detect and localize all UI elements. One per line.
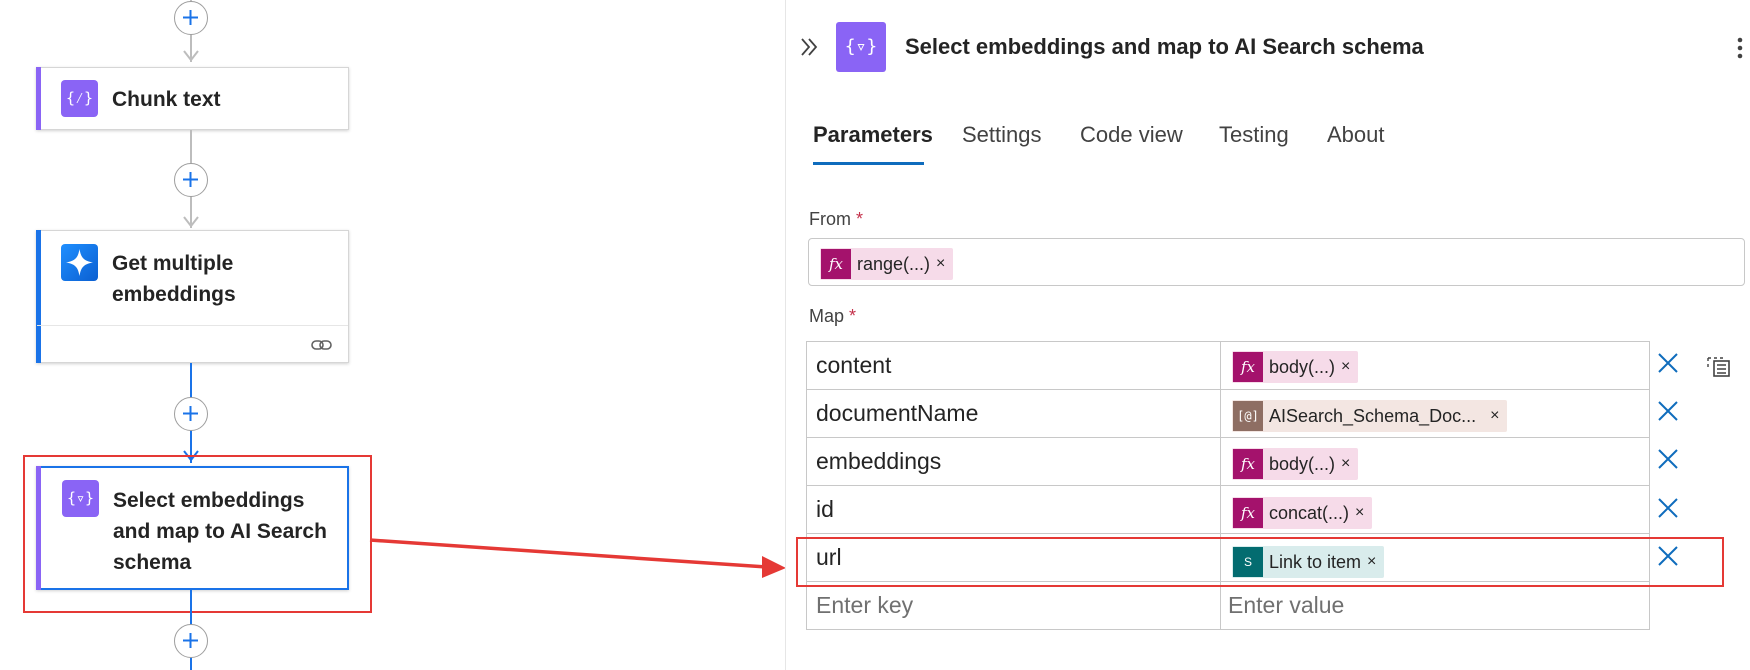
function-icon: fx: [1233, 352, 1263, 382]
collapse-chevron-icon[interactable]: [799, 37, 819, 57]
tab-about[interactable]: About: [1327, 122, 1385, 148]
map-label: Map *: [809, 306, 857, 326]
function-icon: fx: [1233, 498, 1263, 528]
delete-row-icon[interactable]: [1657, 352, 1679, 374]
map-row-new: Enter key Enter value: [806, 581, 1650, 630]
highlight-box: [796, 537, 1724, 587]
remove-token-button[interactable]: ×: [1335, 358, 1358, 376]
map-key-cell[interactable]: documentName: [806, 389, 1221, 438]
tab-testing[interactable]: Testing: [1219, 122, 1289, 148]
remove-token-button[interactable]: ×: [1476, 407, 1507, 425]
function-icon: fx: [1233, 449, 1263, 479]
map-row-embeddings: embeddings: [806, 437, 1650, 486]
remove-token-button[interactable]: ×: [1349, 504, 1372, 522]
tab-settings[interactable]: Settings: [962, 122, 1042, 148]
delete-row-icon[interactable]: [1657, 400, 1679, 422]
map-row-id: id: [806, 485, 1650, 534]
more-options-icon[interactable]: [1736, 36, 1744, 60]
from-label: From *: [809, 209, 864, 229]
function-icon: fx: [821, 249, 851, 279]
switch-to-text-mode-icon[interactable]: [1706, 353, 1732, 379]
expression-token[interactable]: fx range(...) ×: [820, 248, 954, 280]
map-key-cell[interactable]: content: [806, 341, 1221, 390]
map-row-content: content: [806, 341, 1650, 390]
map-key-cell[interactable]: embeddings: [806, 437, 1221, 486]
remove-token-button[interactable]: ×: [1335, 455, 1358, 473]
variable-icon: [@]: [1233, 401, 1263, 431]
select-operation-icon: {▿}: [836, 22, 886, 72]
map-key-cell[interactable]: id: [806, 485, 1221, 534]
new-value-input[interactable]: Enter value: [1220, 581, 1650, 630]
new-key-input[interactable]: Enter key: [806, 581, 1221, 630]
expression-token[interactable]: fx body(...) ×: [1232, 351, 1359, 383]
expression-token[interactable]: fx concat(...) ×: [1232, 497, 1373, 529]
remove-token-button[interactable]: ×: [930, 255, 953, 273]
tab-code-view[interactable]: Code view: [1080, 122, 1183, 148]
map-row-documentname: documentName: [806, 389, 1650, 438]
active-tab-indicator: [813, 162, 924, 165]
delete-row-icon[interactable]: [1657, 448, 1679, 470]
delete-row-icon[interactable]: [1657, 497, 1679, 519]
expression-token[interactable]: fx body(...) ×: [1232, 448, 1359, 480]
tab-parameters[interactable]: Parameters: [813, 122, 933, 148]
panel-title: Select embeddings and map to AI Search s…: [905, 34, 1424, 59]
variable-token[interactable]: [@] AISearch_Schema_Doc... ×: [1232, 400, 1508, 432]
